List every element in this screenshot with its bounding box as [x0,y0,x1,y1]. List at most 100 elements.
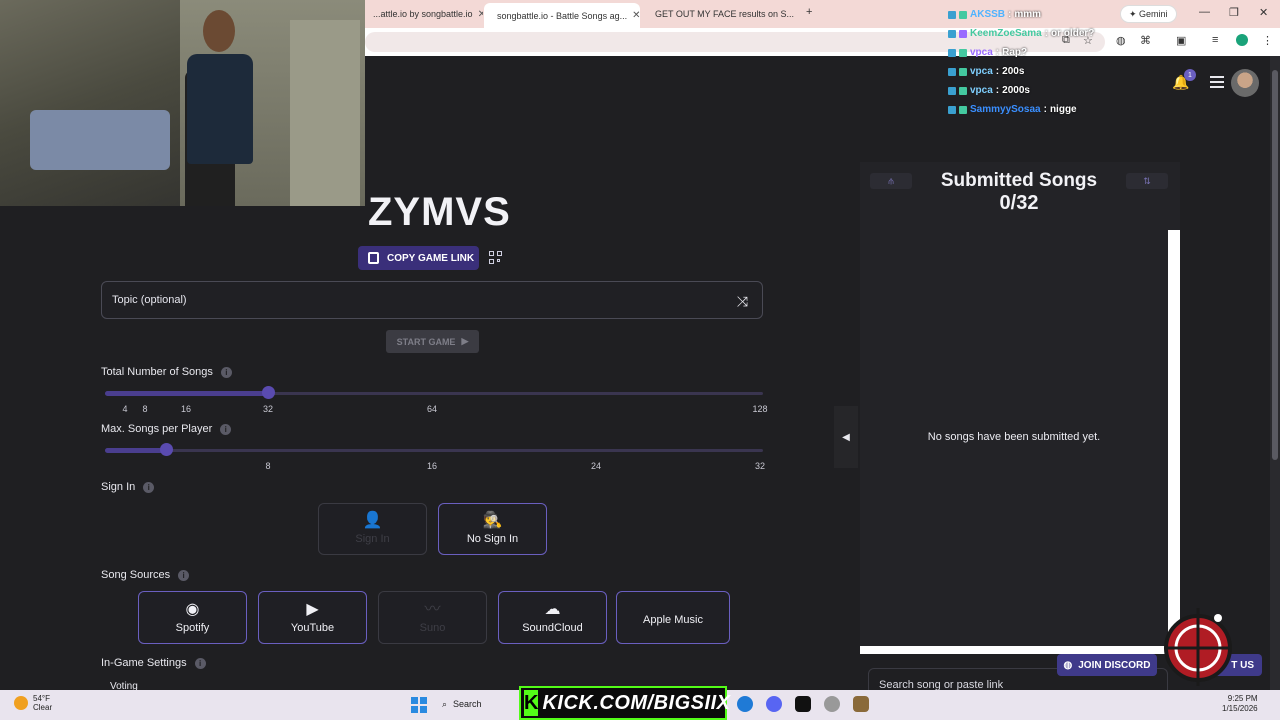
max-songs-tick: 32 [754,461,766,471]
max-songs-slider-thumb[interactable] [160,443,173,456]
source-label: Spotify [175,621,210,634]
webcam-streamer [185,10,255,206]
package-app-icon[interactable] [853,696,869,712]
qr-code-icon[interactable] [489,251,503,265]
total-songs-tick: 16 [180,404,192,414]
copy-game-link-button[interactable]: COPY GAME LINK [358,246,479,270]
maximize-icon[interactable]: ❐ [1229,6,1239,19]
chat-line: AKSSB : mmm [948,5,1094,24]
settings-app-icon[interactable] [824,696,840,712]
total-songs-label-text: Total Number of Songs [101,366,213,378]
chat-badge-icon [948,29,956,38]
join-discord-button[interactable]: ◍ JOIN DISCORD [1057,654,1157,676]
total-songs-tick: 32 [262,404,274,414]
suno-icon: 〰 [424,600,441,618]
puzzle-icon[interactable]: ⌘ [1140,34,1154,48]
weather-widget[interactable]: 54°F Clear [14,694,52,712]
sign-in-option-label: Sign In [355,533,390,545]
join-discord-label: JOIN DISCORD [1078,659,1151,671]
source-apple-music[interactable]: Apple Music [616,591,730,644]
clock-date: 1/15/2026 [1222,704,1258,713]
spotify-icon: ◉ [185,600,200,618]
kick-logo-icon: K [524,690,539,716]
webcam-head [203,10,235,52]
info-icon[interactable]: i [220,423,232,435]
chat-badge-icon [959,86,967,95]
topic-input[interactable]: Topic (optional) ⤨ [101,281,763,319]
kick-channel-banner: K KICK.COM/BIGSIIX [519,686,730,720]
taskbar-clock[interactable]: 9:25 PM 1/15/2026 [1222,694,1258,714]
max-songs-tick: 16 [426,461,438,471]
info-icon[interactable]: i [178,569,190,581]
start-game-button[interactable]: START GAME ▶ [386,330,479,353]
sidebar-icon[interactable]: ▣ [1176,34,1190,48]
shuffle-icon[interactable]: ⤨ [737,293,748,310]
new-tab-icon[interactable]: + [806,6,812,18]
source-soundcloud[interactable]: ☁ SoundCloud [498,591,607,644]
chat-badge-icon [948,105,956,114]
song-sources-label-text: Song Sources [101,569,171,581]
chat-message: Rap? [1002,47,1028,58]
downloads-icon[interactable]: ≡ [1212,34,1226,48]
source-youtube[interactable]: ▶ YouTube [258,591,367,644]
submitted-songs-count: 0/32 [999,192,1039,214]
play-icon: ▶ [461,336,469,346]
sign-in-option-no-signin[interactable]: 🕵 No Sign In [438,503,547,555]
webcam-torso [187,54,253,164]
extension-icon[interactable]: ◍ [1116,34,1130,48]
windows-start-icon[interactable] [411,697,427,713]
minimize-icon[interactable]: — [1199,6,1210,18]
hamburger-menu-icon[interactable] [1210,76,1224,91]
webcam-overlay [0,0,365,206]
sign-in-option-signin[interactable]: 👤 Sign In [318,503,427,555]
profile-icon[interactable] [1236,34,1248,46]
info-icon[interactable]: i [194,657,206,669]
source-spotify[interactable]: ◉ Spotify [138,591,247,644]
streamer-logo-badge [1164,608,1232,686]
chat-message: mmm [1014,9,1042,20]
chat-badge-icon [948,10,956,19]
source-suno[interactable]: 〰 Suno [378,591,487,644]
gemini-button[interactable]: ✦ Gemini [1120,5,1177,23]
browser-tab-2[interactable]: songbattle.io - Battle Songs ag... ✕ [484,3,640,28]
close-icon[interactable]: ✕ [632,10,640,21]
chat-badge-icon [959,67,967,76]
discord-app-icon[interactable] [766,696,782,712]
clock-time: 9:25 PM [1227,694,1258,703]
empty-state-message: No songs have been submitted yet. [927,431,1101,443]
info-icon[interactable]: i [143,481,155,493]
close-window-icon[interactable]: ✕ [1259,6,1268,19]
edge-icon[interactable] [737,696,753,712]
max-songs-slider-fill [105,448,166,453]
total-songs-label: Total Number of Songs i [101,366,232,378]
chat-line: vpca : 2000s [948,81,1094,100]
close-icon[interactable]: ✕ [478,9,483,20]
tab-label: GET OUT MY FACE results on S... [655,9,795,19]
browser-tab-3[interactable]: GET OUT MY FACE results on S... ✕ [642,4,798,24]
tab-label: songbattle.io - Battle Songs ag... [497,10,628,21]
taskbar-search[interactable]: ⌕ Search [434,694,514,714]
panel-horizontal-scrollbar[interactable] [860,646,1168,654]
max-songs-slider-track[interactable] [105,449,763,452]
sign-in-label-text: Sign In [101,481,136,493]
info-icon[interactable]: i [220,366,232,378]
source-label: Apple Music [643,613,703,626]
page-scrollbar-thumb[interactable] [1272,70,1278,460]
chat-line: KeemZoeSama : or older? [948,24,1094,43]
in-game-settings-label-text: In-Game Settings [101,657,187,669]
terminal-app-icon[interactable] [795,696,811,712]
chat-badge-icon [959,105,967,114]
browser-menu-icon[interactable]: ⋮ [1262,34,1276,48]
collapse-panel-button[interactable]: ◀ [834,406,858,468]
weather-temp: 54°F [33,694,50,703]
chat-username: vpca [970,85,993,96]
panel-vertical-scrollbar[interactable] [1168,230,1180,650]
total-songs-slider-thumb[interactable] [262,386,275,399]
webcam-bed [30,110,170,170]
stream-chat: AKSSB : mmm KeemZoeSama : or older? vpca… [948,5,1094,119]
chevron-left-icon: ◀ [842,431,850,443]
browser-tab-1[interactable]: ...attle.io by songbattle.io ✕ [365,4,483,24]
avatar[interactable] [1231,69,1259,97]
max-songs-label-text: Max. Songs per Player [101,423,213,435]
chat-message: 200s [1002,66,1025,77]
